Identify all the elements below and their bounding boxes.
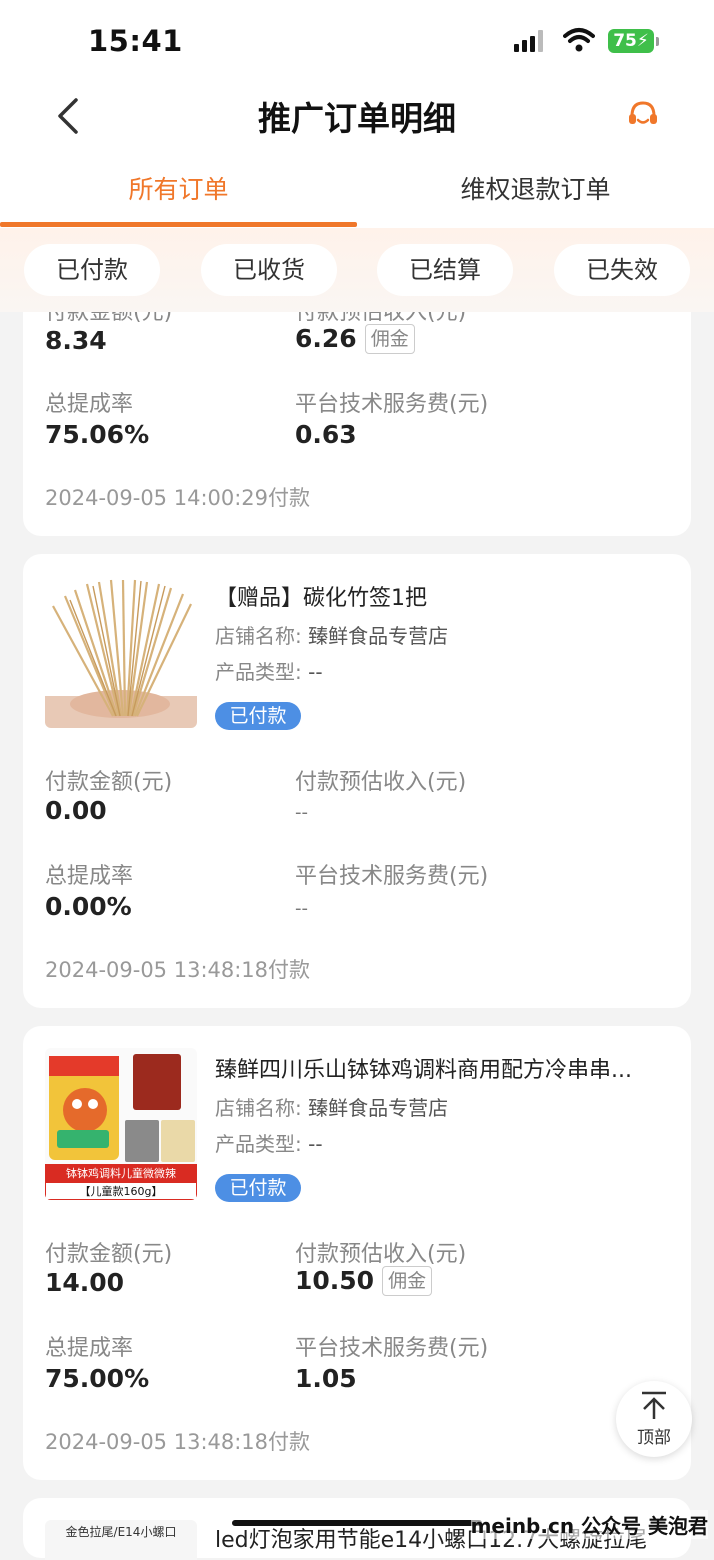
pay-amount-value: 0.00 <box>45 796 107 825</box>
pay-amount-label: 付款金额(元) <box>45 1242 173 1267</box>
service-fee-label: 平台技术服务费(元) <box>295 864 489 889</box>
product-type-row: 产品类型: -- <box>215 656 323 685</box>
tab-all-orders[interactable]: 所有订单 <box>0 170 357 206</box>
pay-amount-value: 8.34 <box>45 326 107 355</box>
commission-rate-label: 总提成率 <box>45 864 134 889</box>
shop-label: 店铺名称: <box>215 1096 302 1120</box>
shop-name: 臻鲜食品专营店 <box>308 1096 449 1120</box>
watermark: meinb.cn 公众号 美泡君 <box>470 1510 708 1539</box>
product-name[interactable]: 臻鲜四川乐山钵钵鸡调料商用配方冷串串... <box>215 1052 667 1084</box>
nav-bar: 推广订单明细 <box>0 80 714 150</box>
pay-time: 2024-09-05 13:48:18付款 <box>45 958 311 982</box>
service-fee-label: 平台技术服务费(元) <box>295 392 489 417</box>
cellular-signal-icon <box>514 30 550 52</box>
est-income-label: 付款预估收入(元) <box>295 1242 467 1267</box>
shop-name-row: 店铺名称: 臻鲜食品专营店 <box>215 620 448 649</box>
commission-tag: 佣金 <box>382 1266 433 1296</box>
shop-label: 店铺名称: <box>215 624 302 648</box>
battery-tip <box>656 37 659 46</box>
est-income-value: -- <box>295 802 308 823</box>
page-title: 推广订单明细 <box>258 99 456 138</box>
commission-rate-label: 总提成率 <box>45 392 134 417</box>
commission-rate-value: 75.00% <box>45 1364 150 1393</box>
type-label: 产品类型: <box>215 660 302 684</box>
status-filter-bar: 已付款 已收货 已结算 已失效 <box>0 228 714 312</box>
product-name[interactable]: 【赠品】碳化竹签1把 <box>215 580 667 612</box>
service-fee-value: -- <box>295 898 308 919</box>
status-badge: 已付款 <box>215 1174 301 1202</box>
filter-settled[interactable]: 已结算 <box>377 244 513 296</box>
est-income-value: 10.50 佣金 <box>295 1266 433 1296</box>
wifi-icon <box>563 28 595 52</box>
product-image-seasoning: 钵钵鸡调料儿童微微辣 【儿童款160g】 <box>45 1048 197 1200</box>
status-time: 15:41 <box>88 24 183 58</box>
shop-name-row: 店铺名称: 臻鲜食品专营店 <box>215 1092 448 1121</box>
product-thumb-caption: 金色拉尾/E14小螺口 <box>45 1520 197 1560</box>
status-badge: 已付款 <box>215 702 301 730</box>
filter-received[interactable]: 已收货 <box>201 244 337 296</box>
back-to-top-label: 顶部 <box>637 1428 671 1448</box>
est-income-value: 6.26 佣金 <box>295 324 415 354</box>
order-tabs: 所有订单 维权退款订单 <box>0 150 714 229</box>
battery-icon: 75⚡ <box>608 29 654 53</box>
shop-name: 臻鲜食品专营店 <box>308 624 449 648</box>
pay-time: 2024-09-05 13:48:18付款 <box>45 1430 311 1454</box>
commission-rate-label: 总提成率 <box>45 1336 134 1361</box>
home-indicator[interactable] <box>232 1520 482 1526</box>
product-type: -- <box>308 1132 323 1156</box>
est-income-number: 10.50 <box>295 1266 375 1295</box>
back-to-top-button[interactable]: 顶部 <box>616 1381 692 1457</box>
status-bar: 15:41 75⚡ <box>0 0 714 80</box>
pay-time: 2024-09-05 14:00:29付款 <box>45 486 311 510</box>
filter-invalid[interactable]: 已失效 <box>554 244 690 296</box>
skewers-illustration <box>45 579 197 728</box>
seasoning-package-illustration: 钵钵鸡调料儿童微微辣 【儿童款160g】 <box>45 1054 197 1200</box>
thumb-caption-2: 【儿童款160g】 <box>80 1184 163 1198</box>
customer-service-icon[interactable] <box>626 98 660 132</box>
thumb-caption-1: 钵钵鸡调料儿童微微辣 <box>66 1166 176 1180</box>
product-type-row: 产品类型: -- <box>215 1128 323 1157</box>
battery-level: 75 <box>613 31 637 51</box>
est-income-label: 付款预估收入(元) <box>295 770 467 795</box>
est-income-number: 6.26 <box>295 324 357 353</box>
arrow-up-icon <box>642 1391 666 1419</box>
commission-tag: 佣金 <box>364 324 415 354</box>
service-fee-label: 平台技术服务费(元) <box>295 1336 489 1361</box>
product-image-skewers <box>45 576 197 728</box>
pay-amount-label: 付款金额(元) <box>45 770 173 795</box>
filter-paid[interactable]: 已付款 <box>24 244 160 296</box>
service-fee-value: 0.63 <box>295 420 357 449</box>
type-label: 产品类型: <box>215 1132 302 1156</box>
order-card[interactable]: 钵钵鸡调料儿童微微辣 【儿童款160g】 臻鲜四川乐山钵钵鸡调料商用配方冷串串.… <box>23 1026 691 1480</box>
active-tab-indicator <box>0 222 357 227</box>
commission-rate-value: 75.06% <box>45 420 150 449</box>
service-fee-value: 1.05 <box>295 1364 357 1393</box>
order-card[interactable]: 【赠品】碳化竹签1把 店铺名称: 臻鲜食品专营店 产品类型: -- 已付款 付款… <box>23 554 691 1008</box>
product-type: -- <box>308 660 323 684</box>
tab-refund-orders[interactable]: 维权退款订单 <box>357 170 714 206</box>
pay-amount-value: 14.00 <box>45 1268 125 1297</box>
commission-rate-value: 0.00% <box>45 892 132 921</box>
